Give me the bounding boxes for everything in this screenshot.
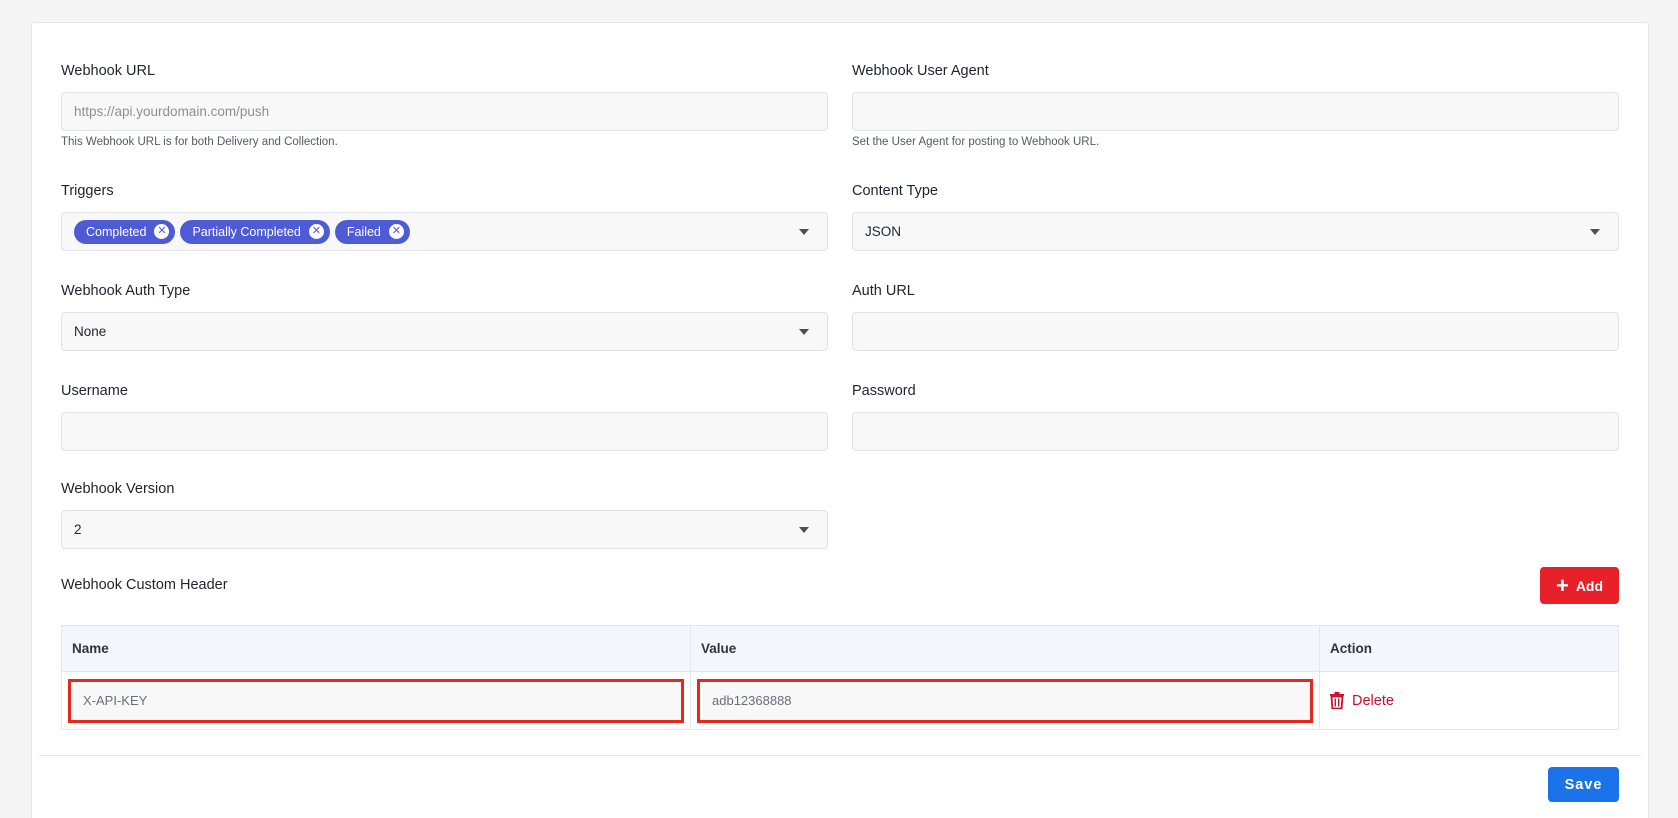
column-header-value: Value [690,625,1320,672]
custom-header-table: Name Value Action X-API-KEY adb12368888 [61,625,1619,730]
username-label: Username [61,383,128,399]
trigger-chip-completed: Completed ✕ [74,219,176,244]
triggers-label: Triggers [61,183,114,199]
header-action-cell: Delete [1319,671,1619,730]
webhook-url-field[interactable] [61,92,828,131]
column-header-name: Name [61,625,691,672]
chevron-down-icon[interactable] [799,328,809,335]
chip-remove-icon[interactable]: ✕ [154,224,170,239]
auth-type-select[interactable]: None [61,312,828,351]
triggers-multiselect[interactable]: Completed ✕ Partially Completed ✕ Failed… [61,212,828,251]
header-name-input[interactable]: X-API-KEY [68,678,684,723]
header-name-cell: X-API-KEY [61,671,691,730]
version-value: 2 [74,522,82,537]
user-agent-field[interactable] [852,92,1619,131]
chevron-down-icon[interactable] [1590,228,1600,235]
content-type-label: Content Type [852,183,938,199]
auth-type-value: None [74,324,107,339]
add-button-label: Add [1575,577,1604,594]
chip-label: Completed [86,224,147,239]
webhook-url-help: This Webhook URL is for both Delivery an… [61,136,338,148]
auth-type-label: Webhook Auth Type [61,283,191,299]
webhook-url-input[interactable] [74,93,827,130]
trigger-chip-failed: Failed ✕ [334,219,410,244]
auth-url-field[interactable] [852,312,1619,351]
footer-divider [39,755,1641,756]
custom-header-title: Webhook Custom Header [61,577,228,593]
chip-remove-icon[interactable]: ✕ [308,224,324,239]
user-agent-help: Set the User Agent for posting to Webhoo… [852,136,1100,148]
chip-label: Partially Completed [192,224,301,239]
table-row: X-API-KEY adb12368888 Delete [61,671,1619,730]
password-input[interactable] [865,413,1618,450]
chip-remove-icon[interactable]: ✕ [388,224,404,239]
plus-icon: + [1555,572,1569,598]
user-agent-input[interactable] [865,93,1618,130]
password-field[interactable] [852,412,1619,451]
content-type-value: JSON [865,224,902,239]
chip-label: Failed [346,224,381,239]
user-agent-label: Webhook User Agent [852,63,989,79]
trash-icon [1330,692,1344,709]
auth-url-input[interactable] [865,313,1618,350]
delete-header-button[interactable]: Delete [1326,692,1612,709]
auth-url-label: Auth URL [852,283,915,299]
column-header-action: Action [1319,625,1619,672]
chevron-down-icon[interactable] [799,228,809,235]
webhook-url-label: Webhook URL [61,63,156,79]
username-field[interactable] [61,412,828,451]
username-input[interactable] [74,413,827,450]
add-header-button[interactable]: + Add [1540,567,1619,604]
delete-label: Delete [1352,692,1394,709]
version-label: Webhook Version [61,481,175,497]
password-label: Password [852,383,916,399]
trigger-chip-partially-completed: Partially Completed ✕ [180,219,330,244]
header-value-cell: adb12368888 [690,671,1320,730]
version-select[interactable]: 2 [61,510,828,549]
content-type-select[interactable]: JSON [852,212,1619,251]
chevron-down-icon[interactable] [799,526,809,533]
header-value-input[interactable]: adb12368888 [697,678,1313,723]
save-button[interactable]: Save [1548,767,1619,802]
